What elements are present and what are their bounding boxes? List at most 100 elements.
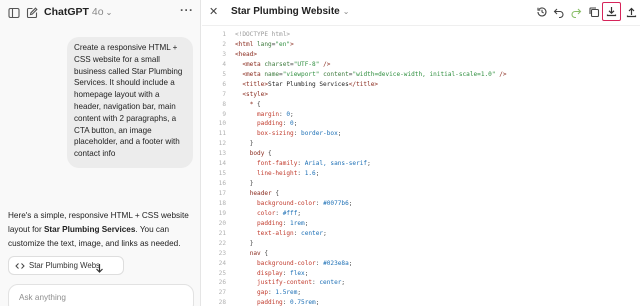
code-token: ; [297,209,302,217]
code-token: ; [323,229,327,237]
code-token: : [282,269,291,277]
code-token: { [257,100,261,108]
document-title: Star Plumbing Website [231,6,340,17]
chevron-down-icon: ⌄ [105,8,113,17]
code-token: line-height [257,170,298,178]
code-text: } [235,139,254,149]
code-line: 28 padding: 0.75rem; [202,298,640,306]
code-token: "en" [275,40,291,48]
line-number: 20 [218,219,226,227]
code-text: justify-content: center; [235,278,345,288]
document-title-selector[interactable]: Star Plumbing Website ⌄ [231,6,349,17]
code-text: <style> [235,90,268,100]
download-icon[interactable] [604,4,618,18]
code-token: 1.5rem [275,289,298,297]
code-line: 23 nav { [202,249,640,259]
code-token: #0077b6 [323,199,349,207]
code-token: 0.75rem [290,299,316,306]
code-line: 4 <meta charset="UTF-8" /> [202,60,640,70]
code-line: 1 <!DOCTYPE html> [202,30,640,40]
assistant-bold-name: Star Plumbing Services [43,225,136,234]
code-text: font-family: Arial, sans-serif; [235,159,371,169]
code-text: <meta charset="UTF-8" /> [235,60,330,70]
code-token: center [319,279,342,287]
code-token: ; [290,110,294,118]
close-icon[interactable]: ✕ [209,5,218,18]
code-line: 15 line-height: 1.6; [202,169,640,179]
code-editor[interactable]: 1 <!DOCTYPE html> 2 <html lang="en"> 3 <head>… [202,30,640,306]
line-number: 18 [218,199,226,207]
code-token: header [249,190,276,197]
canvas-file-pill[interactable]: Star Plumbing Webs [8,256,124,275]
code-line: 10 padding: 0; [202,119,640,129]
code-token: nav [249,249,265,257]
code-token: > [290,40,294,48]
new-chat-icon[interactable] [24,5,40,21]
code-token: ; [293,120,298,128]
code-line: 18 background-color: #0077b6; [202,199,640,209]
code-line: 2 <html lang="en"> [202,40,640,50]
code-token: </title> [348,80,379,88]
message-composer[interactable]: Ask anything [8,284,194,306]
line-number: 16 [218,180,226,188]
line-number: 17 [218,190,226,197]
line-number: 11 [218,130,226,138]
sidebar-toggle-icon[interactable] [6,5,22,21]
redo-icon[interactable] [569,5,583,19]
assistant-message: Here's a simple, responsive HTML + CSS w… [8,209,194,251]
line-number: 3 [222,50,226,58]
copy-icon[interactable] [587,5,601,19]
code-token: text-align [257,229,294,237]
code-text: header { [235,189,279,199]
code-token: ; [297,289,302,297]
code-token: { [275,190,280,197]
model-name: ChatGPT [44,6,89,18]
code-text: padding: 1rem; [235,219,308,229]
line-number: 2 [222,40,226,48]
code-line: 21 text-align: center; [202,229,640,239]
code-token: } [249,140,254,148]
code-text: gap: 1.5rem; [235,288,301,298]
code-token: charset [264,60,291,68]
line-number: 22 [218,239,226,247]
code-text: color: #fff; [235,209,301,219]
code-token: <meta [242,60,265,68]
model-version: 4o [91,6,104,18]
code-text: } [235,179,254,189]
undo-icon[interactable] [552,5,566,19]
model-selector[interactable]: ChatGPT 4o ⌄ [44,6,112,18]
code-token: : [275,209,283,217]
code-token: ; [348,259,353,267]
code-token: : [315,199,324,207]
code-line: 27 gap: 1.5rem; [202,288,640,298]
canvas-header: ✕ Star Plumbing Website ⌄ [202,0,640,26]
code-text: text-align: center; [235,229,327,239]
code-token: color [257,209,276,217]
code-token: justify-content [257,279,313,287]
code-line: 22 } [202,239,640,249]
code-token: 1.6 [304,170,316,178]
code-token: * [249,100,258,108]
code-text: background-color: #023e8a; [235,259,352,269]
code-token: <html [235,40,258,48]
more-options-icon[interactable]: ··· [180,3,194,17]
file-pill-label: Star Plumbing Webs [29,261,100,270]
code-token: margin [257,110,280,118]
share-icon[interactable] [624,5,638,19]
download-arrow-icon[interactable] [92,261,106,275]
code-line: 17 header { [202,189,640,199]
code-token: : [293,130,302,138]
code-token: ; [304,269,309,277]
code-token: padding [257,219,283,227]
code-token: body [249,150,269,158]
history-icon[interactable] [535,5,549,19]
code-text: line-height: 1.6; [235,169,319,179]
line-number: 4 [222,60,226,68]
code-text: <title>Star Plumbing Services</title> [235,80,378,90]
